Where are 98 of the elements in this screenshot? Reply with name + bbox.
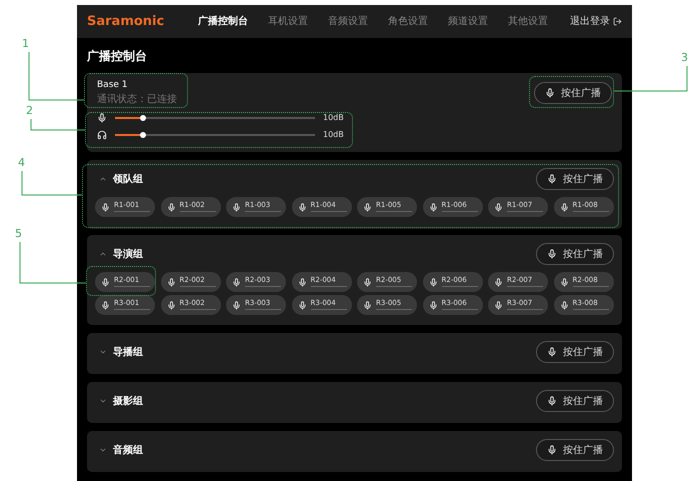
callout-number: 1 [22, 36, 29, 52]
placeholder-line [245, 286, 281, 287]
mic-icon [547, 347, 557, 357]
placeholder-line [114, 286, 150, 287]
group-name: 导演组 [113, 248, 143, 262]
expand-icon[interactable] [99, 446, 107, 454]
mic-icon [363, 278, 372, 286]
placeholder-line [572, 211, 608, 212]
nav-tab[interactable]: 角色设置 [388, 14, 428, 29]
mic-icon [547, 249, 557, 259]
nav-tab[interactable]: 音频设置 [328, 14, 368, 29]
placeholder-line [114, 211, 150, 212]
placeholder-line [572, 309, 608, 310]
mic-icon [298, 278, 306, 286]
mic-icon [560, 202, 568, 212]
mic-icon [560, 300, 568, 310]
placeholder-line [507, 286, 543, 287]
mic-icon [494, 278, 503, 286]
mic-icon [101, 202, 110, 212]
talk-button[interactable]: 按住广播 [534, 82, 612, 104]
placeholder-line [310, 211, 346, 212]
placeholder-line [310, 286, 346, 287]
mic-icon [298, 202, 306, 212]
placeholder-line [376, 309, 412, 310]
mic-icon [232, 300, 241, 310]
volume-reading: 10dB [323, 128, 344, 140]
volume-reading: 10dB [323, 112, 344, 124]
page-title: 广播控制台 [87, 48, 147, 64]
callout-number: 3 [681, 50, 688, 66]
placeholder-line [180, 286, 216, 287]
leader-line [19, 241, 87, 284]
mic-icon [560, 278, 568, 286]
mic-icon [166, 278, 176, 286]
mic-icon [545, 88, 555, 98]
volume-slider[interactable] [115, 114, 315, 122]
group-name: 领队组 [113, 172, 143, 186]
talk-button[interactable]: 按住广播 [536, 439, 614, 461]
placeholder-line [245, 211, 281, 212]
group-name: 摄影组 [113, 394, 143, 408]
callout-number: 2 [26, 103, 33, 119]
placeholder-line [180, 309, 216, 310]
nav-tab[interactable]: 广播控制台 [198, 14, 248, 29]
leader-line [28, 51, 85, 101]
headphones-icon [97, 130, 107, 140]
mic-icon [428, 202, 438, 212]
connection-status: 通讯状态：已连接 [97, 94, 177, 106]
placeholder-line [180, 211, 216, 212]
placeholder-line [442, 211, 478, 212]
collapse-icon[interactable] [99, 250, 107, 258]
mic-icon [428, 300, 438, 310]
group-name: 导播组 [113, 346, 143, 360]
mic-icon [428, 278, 438, 286]
callout-frame [86, 266, 156, 296]
nav-tab[interactable]: 其他设置 [508, 14, 548, 29]
placeholder-line [245, 309, 281, 310]
leader-line [30, 118, 86, 131]
placeholder-line [507, 309, 543, 310]
expand-icon[interactable] [99, 348, 107, 356]
group-name: 音频组 [113, 443, 143, 458]
expand-icon[interactable] [99, 397, 107, 405]
talk-button[interactable]: 按住广播 [536, 243, 614, 265]
mic-icon [166, 300, 176, 310]
placeholder-line [442, 309, 478, 310]
callout-number: 5 [15, 226, 22, 242]
leader-line [21, 170, 83, 196]
talk-button[interactable]: 按住广播 [536, 168, 614, 190]
mic-icon [363, 300, 372, 310]
mic-icon [547, 445, 557, 455]
talk-button[interactable]: 按住广播 [536, 390, 614, 412]
callout-number: 4 [18, 155, 25, 171]
mic-icon [547, 396, 557, 406]
mic-icon [166, 202, 176, 212]
mic-icon [232, 202, 241, 212]
mic-icon [232, 278, 241, 286]
mic-icon [101, 300, 110, 310]
volume-slider[interactable] [115, 130, 315, 138]
talk-button[interactable]: 按住广播 [536, 341, 614, 363]
placeholder-line [507, 211, 543, 212]
placeholder-line [376, 211, 412, 212]
nav-tab[interactable]: 耳机设置 [268, 14, 308, 29]
placeholder-line [572, 286, 608, 287]
placeholder-line [442, 286, 478, 287]
mic-icon [101, 278, 110, 286]
logout-button[interactable]: 退出登录 [570, 14, 622, 29]
placeholder-line [114, 309, 150, 310]
placeholder-line [376, 286, 412, 287]
mic-icon [97, 112, 107, 122]
base-name: Base 1 [97, 79, 129, 92]
logout-icon [613, 17, 622, 26]
mic-icon [547, 174, 557, 184]
logo: Saramonic [87, 12, 164, 31]
mic-icon [494, 202, 503, 212]
placeholder-line [310, 309, 346, 310]
mic-icon [494, 300, 503, 310]
mic-icon [363, 202, 372, 212]
nav-tab[interactable]: 频道设置 [448, 14, 488, 29]
collapse-icon[interactable] [99, 175, 107, 183]
mic-icon [298, 300, 306, 310]
